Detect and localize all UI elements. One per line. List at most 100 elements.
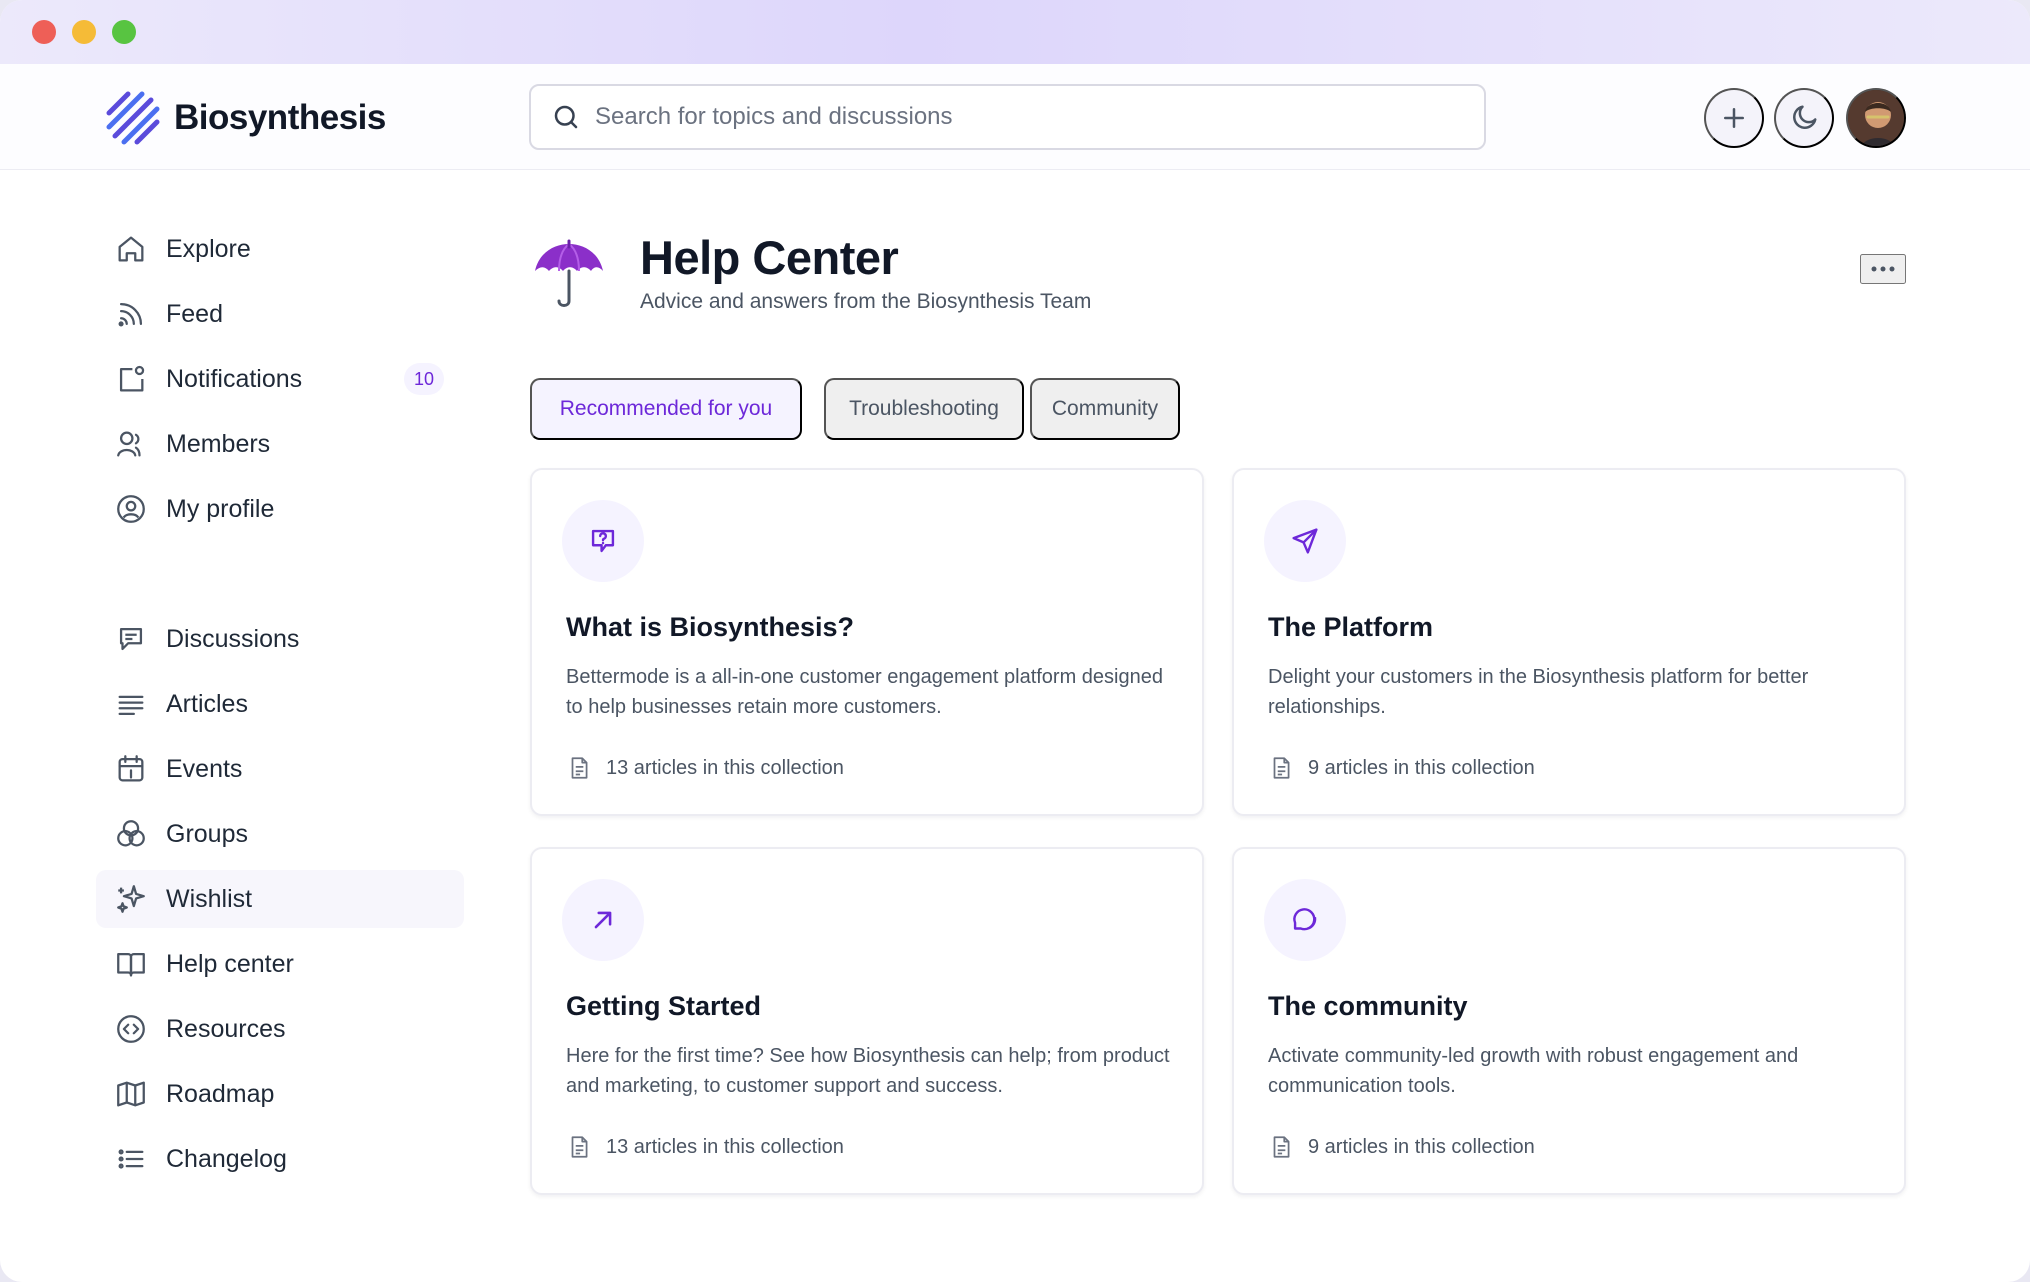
- sidebar-item-changelog-label: Changelog: [166, 1144, 287, 1173]
- text-lines-icon: [118, 695, 144, 716]
- article-count-text: 13 articles in this collection: [606, 1135, 844, 1158]
- sidebar-item-feed-label: Feed: [166, 299, 223, 328]
- sidebar-item-events-label: Events: [166, 754, 243, 783]
- tab-recommended-for-you[interactable]: Recommended for you: [530, 378, 802, 440]
- user-avatar-button[interactable]: [1846, 88, 1906, 148]
- rss-icon: [118, 302, 143, 327]
- sidebar-item-wishlist-label: Wishlist: [166, 884, 253, 913]
- collection-article-count: 13 articles in this collection: [566, 1131, 844, 1163]
- sidebar-item-groups[interactable]: Groups: [96, 805, 464, 863]
- community-chat-icon: [1293, 908, 1317, 931]
- home-icon: [118, 236, 144, 262]
- collection-title: The community: [1268, 991, 1468, 1021]
- top-navigation: Biosynthesis: [0, 64, 2030, 170]
- page-subtitle: Advice and answers from the Biosynthesis…: [640, 290, 1092, 313]
- sidebar-item-roadmap[interactable]: Roadmap: [96, 1065, 464, 1123]
- article-count-text: 9 articles in this collection: [1308, 1135, 1535, 1158]
- notifications-count-badge: 10: [404, 363, 444, 395]
- notification-icon: [119, 365, 145, 392]
- document-icon: [571, 1136, 588, 1158]
- chat-icon: [119, 627, 143, 651]
- collection-description: Bettermode is a all-in-one customer enga…: [566, 666, 1163, 718]
- sidebar-item-articles[interactable]: Articles: [96, 675, 464, 733]
- collection-description: Activate community-led growth with robus…: [1268, 1045, 1799, 1097]
- app-window: Biosynthesis Search for topics and discu…: [0, 0, 2030, 1282]
- collection-description: Here for the first time? See how Biosynt…: [566, 1045, 1170, 1097]
- list-icon: [118, 1149, 144, 1169]
- brand-name: Biosynthesis: [174, 98, 386, 137]
- send-icon: [1292, 528, 1318, 554]
- collection-card-what-is-biosynthesis[interactable]: What is Biosynthesis? Bettermode is a al…: [530, 468, 1204, 816]
- article-count-text: 9 articles in this collection: [1308, 756, 1535, 779]
- sidebar-item-help-center-label: Help center: [166, 949, 294, 978]
- collection-icon-container: [562, 500, 644, 582]
- sparkles-icon: [117, 885, 145, 913]
- document-icon: [1273, 1136, 1290, 1158]
- moon-icon: [1793, 105, 1817, 129]
- collection-article-count: 13 articles in this collection: [566, 752, 844, 784]
- tab-troubleshooting[interactable]: Troubleshooting: [824, 378, 1024, 440]
- arrow-up-right-icon: [594, 911, 612, 929]
- maximize-window-button[interactable]: [112, 20, 136, 44]
- minimize-window-button[interactable]: [72, 20, 96, 44]
- close-window-button[interactable]: [32, 20, 56, 44]
- user-avatar-icon: [1848, 90, 1904, 146]
- profile-icon: [117, 495, 145, 523]
- theme-toggle-button[interactable]: [1774, 88, 1834, 148]
- collection-title: What is Biosynthesis?: [566, 612, 855, 642]
- collection-article-count: 9 articles in this collection: [1268, 1131, 1535, 1163]
- collection-description: Delight your customers in the Biosynthes…: [1268, 666, 1809, 718]
- search-input[interactable]: [595, 103, 1455, 131]
- article-count-text: 13 articles in this collection: [606, 756, 844, 779]
- sidebar-item-wishlist[interactable]: Wishlist: [96, 870, 464, 928]
- collection-card-the-platform[interactable]: The Platform Delight your customers in t…: [1232, 468, 1906, 816]
- groups-icon: [117, 820, 145, 847]
- code-icon: [117, 1015, 145, 1043]
- search-bar[interactable]: [529, 84, 1486, 150]
- collection-card-the-community[interactable]: The community Activate community-led gro…: [1232, 847, 1906, 1195]
- sidebar-item-help-center[interactable]: Help center: [96, 935, 464, 993]
- collection-title: The Platform: [1268, 612, 1434, 642]
- sidebar-item-explore[interactable]: Explore: [96, 220, 464, 278]
- sidebar-item-notifications[interactable]: Notifications 10: [96, 350, 464, 408]
- sidebar-item-resources[interactable]: Resources: [96, 1000, 464, 1058]
- sidebar-item-explore-label: Explore: [166, 234, 251, 263]
- document-icon: [571, 757, 588, 779]
- book-icon: [117, 952, 145, 977]
- sidebar-item-resources-label: Resources: [166, 1014, 286, 1043]
- more-options-button[interactable]: [1860, 254, 1906, 284]
- help-chat-icon: [591, 529, 615, 553]
- brand-logo-link[interactable]: Biosynthesis: [106, 90, 386, 146]
- members-icon: [117, 431, 141, 457]
- collection-icon-container: [562, 879, 644, 961]
- sidebar-item-changelog[interactable]: Changelog: [96, 1130, 464, 1188]
- collection-icon-container: [1264, 500, 1346, 582]
- diagonal-stripes-logo-icon: [106, 91, 160, 145]
- sidebar-item-feed[interactable]: Feed: [96, 285, 464, 343]
- calendar-icon: [118, 755, 144, 782]
- collection-title: Getting Started: [566, 991, 762, 1021]
- sidebar-item-my-profile-label: My profile: [166, 494, 275, 523]
- sidebar-item-members-label: Members: [166, 429, 271, 458]
- tab-community[interactable]: Community: [1030, 378, 1180, 440]
- umbrella-icon: [535, 239, 603, 307]
- sidebar-item-my-profile[interactable]: My profile: [96, 480, 464, 538]
- plus-icon: [1724, 108, 1744, 128]
- sidebar-item-roadmap-label: Roadmap: [166, 1079, 275, 1108]
- sidebar-item-articles-label: Articles: [166, 689, 248, 718]
- window-titlebar: [0, 0, 2030, 64]
- collection-article-count: 9 articles in this collection: [1268, 752, 1535, 784]
- collection-icon-container: [1264, 879, 1346, 961]
- document-icon: [1273, 757, 1290, 779]
- more-horizontal-icon: [1871, 266, 1895, 272]
- sidebar-item-discussions-label: Discussions: [166, 624, 300, 653]
- map-icon: [117, 1081, 145, 1107]
- page-title: Help Center: [640, 231, 899, 284]
- search-icon: [554, 105, 578, 129]
- sidebar-item-events[interactable]: Events: [96, 740, 464, 798]
- sidebar-item-discussions[interactable]: Discussions: [96, 610, 464, 668]
- create-button[interactable]: [1704, 88, 1764, 148]
- sidebar-item-notifications-label: Notifications: [166, 364, 303, 393]
- collection-card-getting-started[interactable]: Getting Started Here for the first time?…: [530, 847, 1204, 1195]
- sidebar-item-members[interactable]: Members: [96, 415, 464, 473]
